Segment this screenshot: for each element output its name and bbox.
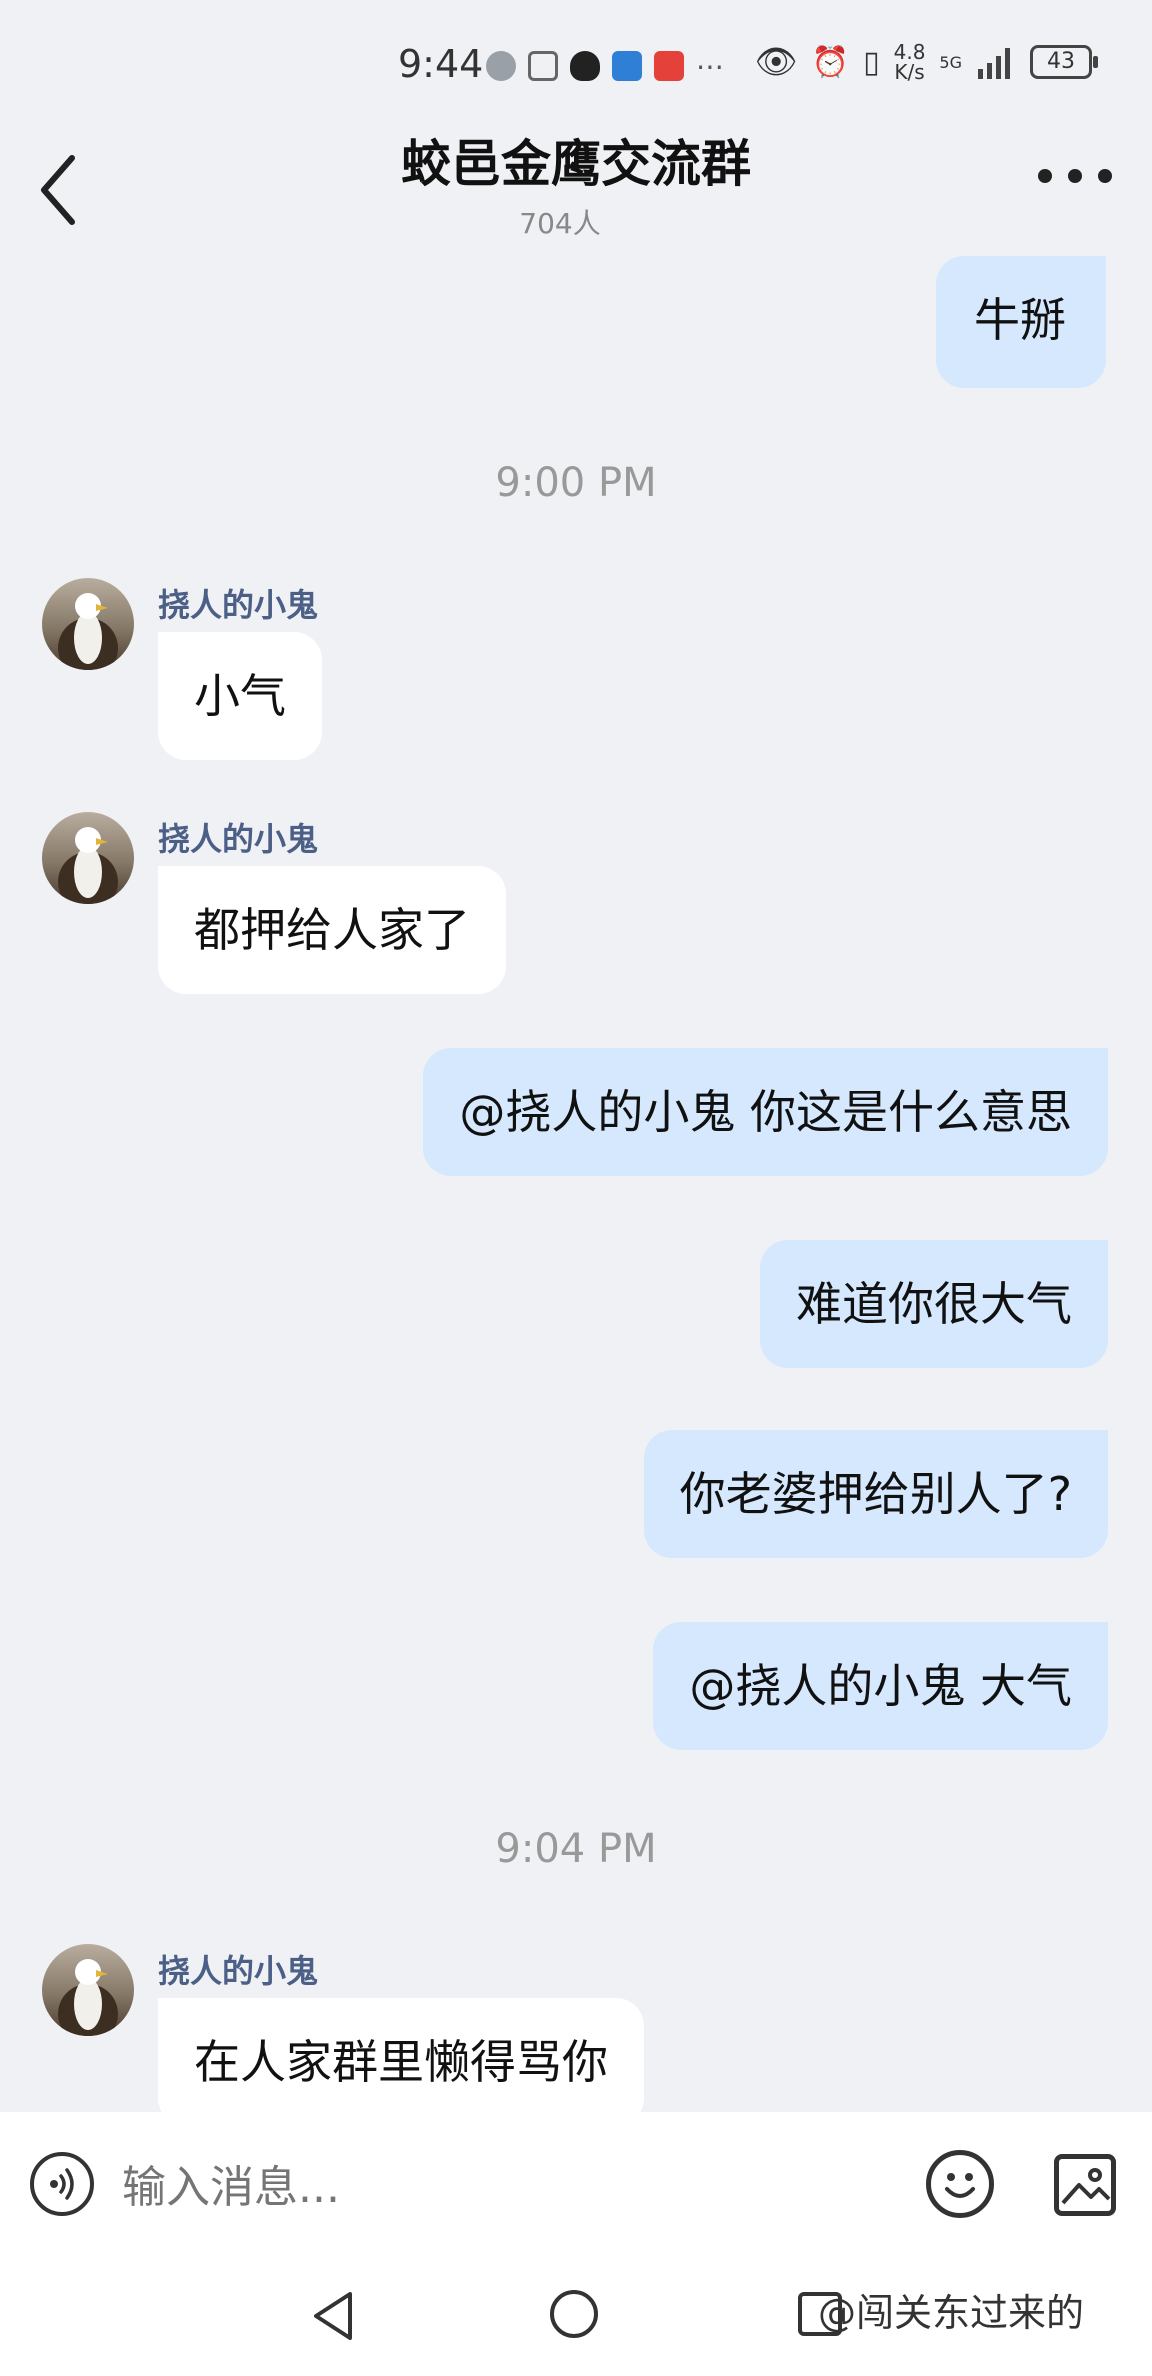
emoji-icon[interactable] xyxy=(926,2150,994,2218)
system-nav-bar: @闯关东过来的 xyxy=(0,2260,1152,2376)
timestamp: 9:00 PM xyxy=(495,460,657,506)
nav-home-icon[interactable] xyxy=(550,2290,598,2338)
battery-icon: 43 xyxy=(1030,45,1098,79)
avatar[interactable] xyxy=(42,1944,134,2036)
notification-icons: ⋯ xyxy=(486,46,724,86)
net-speed: 4.8 K/s xyxy=(893,40,926,84)
message-input[interactable] xyxy=(120,2142,884,2232)
watermark: @闯关东过来的 xyxy=(818,2291,1085,2335)
sender-name: 挠人的小鬼 xyxy=(158,1952,319,1990)
message-outgoing[interactable]: 难道你很大气 xyxy=(760,1240,1108,1368)
message-incoming[interactable]: 都押给人家了 xyxy=(158,866,506,994)
sender-name: 挠人的小鬼 xyxy=(158,586,319,624)
avatar[interactable] xyxy=(42,578,134,670)
eye-icon: 👁 xyxy=(754,42,798,82)
message-outgoing[interactable]: 你老婆押给别人了? xyxy=(643,1430,1108,1558)
more-notifications-icon: ⋯ xyxy=(696,49,724,83)
alarm-icon: ⏰ xyxy=(811,44,850,80)
input-bar xyxy=(0,2112,1152,2260)
clock: 9:44 xyxy=(398,42,484,86)
member-count: 704人 xyxy=(519,207,601,240)
message-outgoing[interactable]: 牛掰 xyxy=(936,256,1106,388)
wechat-icon xyxy=(486,51,516,81)
chat-header: 蛟邑金鹰交流群 704人 xyxy=(0,110,1152,250)
app-red-icon xyxy=(654,51,684,81)
vibrate-icon: ▯ xyxy=(863,44,880,80)
hand-icon xyxy=(528,51,558,81)
voice-icon[interactable] xyxy=(30,2152,94,2216)
more-options-icon[interactable] xyxy=(1038,166,1112,186)
image-icon[interactable] xyxy=(1054,2154,1116,2216)
message-outgoing[interactable]: @挠人的小鬼 大气 xyxy=(653,1622,1108,1750)
nav-back-icon[interactable] xyxy=(308,2288,358,2344)
group-title: 蛟邑金鹰交流群 xyxy=(401,135,751,193)
app-icon xyxy=(612,51,642,81)
signal-icon xyxy=(978,48,1010,79)
sender-name: 挠人的小鬼 xyxy=(158,820,319,858)
timestamp: 9:04 PM xyxy=(495,1826,657,1872)
qq-icon xyxy=(570,51,600,81)
avatar[interactable] xyxy=(42,812,134,904)
signal-label: 5G xyxy=(939,52,962,72)
message-incoming[interactable]: 小气 xyxy=(158,632,322,760)
message-incoming[interactable]: 在人家群里懒得骂你 xyxy=(158,1998,644,2126)
message-outgoing[interactable]: @挠人的小鬼 你这是什么意思 xyxy=(423,1048,1108,1176)
